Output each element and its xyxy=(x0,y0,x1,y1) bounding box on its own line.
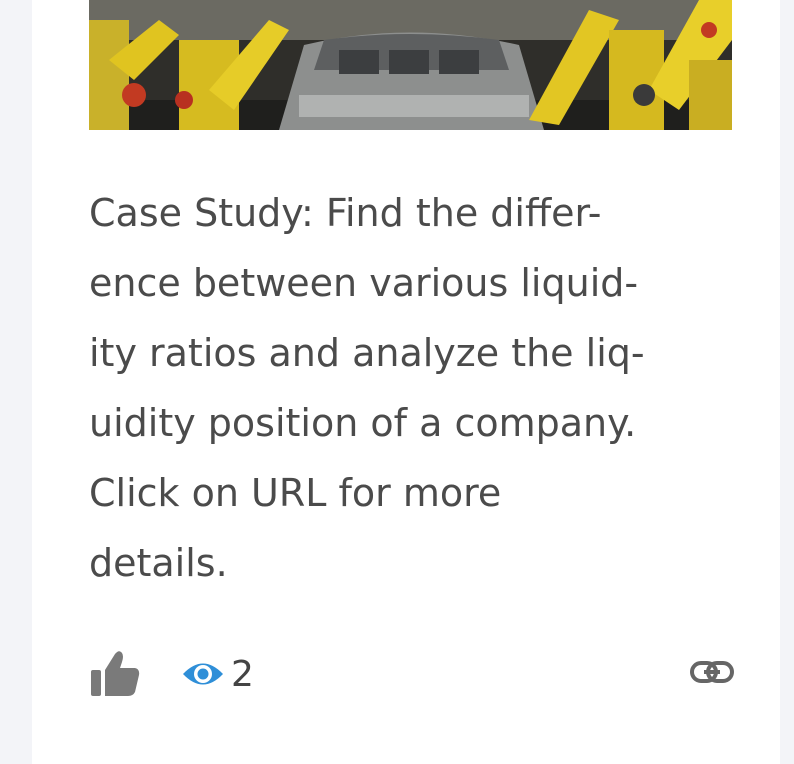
eye-icon xyxy=(183,663,223,685)
link-icon xyxy=(690,661,734,683)
view-count: 2 xyxy=(231,653,254,695)
description-line: details. xyxy=(89,541,228,585)
description-line: ence between various liquid- xyxy=(89,261,639,305)
post-image[interactable] xyxy=(89,0,732,130)
link-button[interactable] xyxy=(689,652,735,692)
post-actions: 2 xyxy=(89,648,735,700)
thumbs-up-icon xyxy=(91,651,140,696)
post-description: Case Study: Find the differ- ence betwee… xyxy=(89,178,739,598)
description-line: Click on URL for more xyxy=(89,471,502,515)
post-card: Case Study: Find the differ- ence betwee… xyxy=(32,0,780,764)
view-counter: 2 xyxy=(181,652,254,696)
description-line: Case Study: Find the differ- xyxy=(89,191,602,235)
like-button[interactable] xyxy=(89,648,141,698)
description-line: uidity position of a company. xyxy=(89,401,637,445)
description-line: ity ratios and analyze the liq- xyxy=(89,331,645,375)
